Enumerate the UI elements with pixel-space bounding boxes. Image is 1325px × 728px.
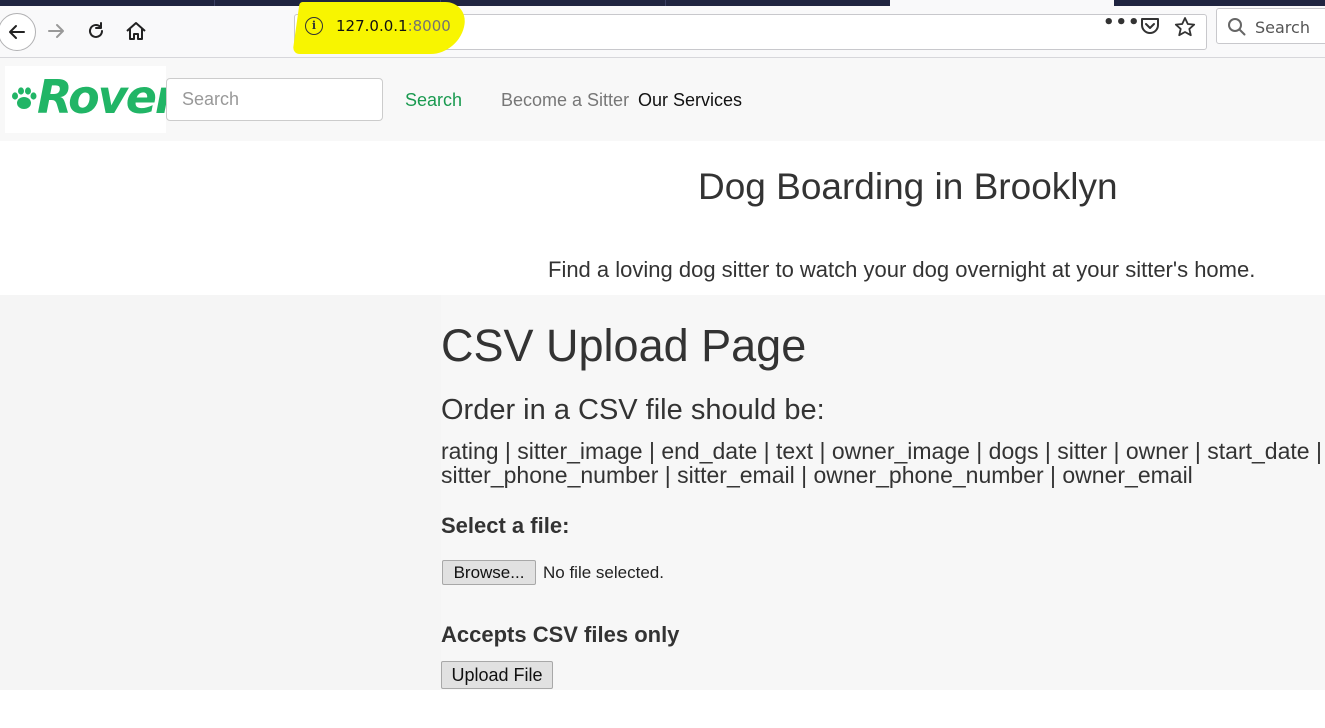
search-link[interactable]: Search: [405, 90, 462, 111]
back-button[interactable]: [0, 13, 36, 51]
hero-subtitle: Find a loving dog sitter to watch your d…: [548, 257, 1256, 282]
our-services-link[interactable]: Our Services: [638, 90, 742, 111]
rover-logo[interactable]: Rover: [5, 66, 178, 133]
order-heading: Order in a CSV file should be:: [441, 394, 825, 426]
forward-button[interactable]: [39, 14, 73, 48]
paw-icon: [12, 87, 37, 109]
logo-wordmark: Rover: [37, 70, 178, 124]
bookmark-star-icon[interactable]: [1174, 16, 1196, 43]
pocket-icon[interactable]: [1139, 16, 1161, 41]
forward-arrow-icon: [48, 24, 64, 38]
back-arrow-icon: [9, 25, 25, 39]
reload-button[interactable]: [79, 14, 113, 48]
home-button[interactable]: [119, 14, 153, 48]
home-icon: [126, 22, 146, 40]
csv-field-order: rating | sitter_image | end_date | text …: [441, 438, 1322, 488]
select-file-label: Select a file:: [441, 513, 570, 538]
become-sitter-link[interactable]: Become a Sitter: [501, 90, 629, 111]
browser-search-field[interactable]: Search: [1216, 8, 1325, 44]
hero-title: Dog Boarding in Brooklyn: [698, 166, 1118, 207]
file-status-text: No file selected.: [543, 563, 664, 582]
page-bottom: [0, 690, 1325, 728]
reload-icon: [89, 22, 103, 38]
upload-file-button[interactable]: Upload File: [441, 661, 553, 689]
accepts-csv-label: Accepts CSV files only: [441, 622, 680, 647]
url-text[interactable]: 127.0.0.1:8000: [336, 17, 451, 35]
page-title: CSV Upload Page: [441, 320, 807, 371]
browse-button[interactable]: Browse...: [442, 560, 536, 585]
site-navbar: Rover Search Become a Sitter Our Service…: [0, 58, 1325, 141]
info-icon[interactable]: i: [305, 17, 323, 35]
url-port: :8000: [407, 17, 451, 35]
page-actions-icon[interactable]: •••: [1103, 12, 1141, 33]
search-icon: [1228, 18, 1246, 36]
browser-search-placeholder: Search: [1255, 18, 1310, 37]
site-search-input[interactable]: [166, 78, 383, 121]
url-host: 127.0.0.1: [336, 17, 408, 35]
